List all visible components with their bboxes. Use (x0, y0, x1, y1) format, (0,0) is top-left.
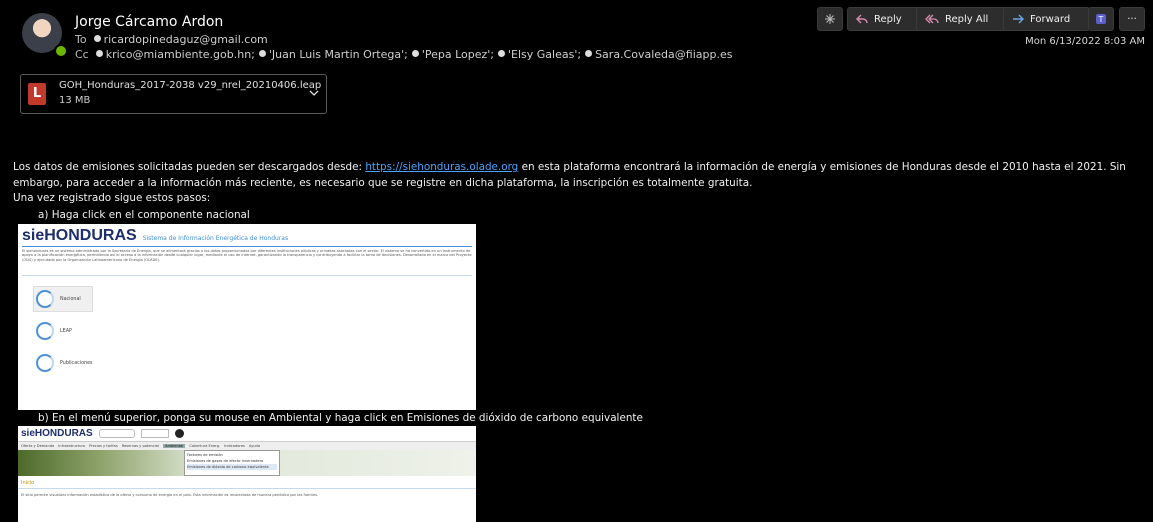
help-icon (174, 429, 184, 438)
forward-icon (1012, 14, 1024, 24)
siehonduras-logo: sieHONDURAS (22, 227, 137, 244)
attachment-card[interactable]: L GOH_Honduras_2017-2038 v29_nrel_202104… (20, 74, 327, 114)
embedded-image-nacional: sieHONDURAS Sistema de Información Energ… (18, 224, 476, 410)
menu-item: Indicadores (224, 444, 245, 448)
cc-recipient[interactable]: 'Pepa Lopez'; (422, 48, 494, 61)
reply-button[interactable]: Reply (847, 7, 922, 31)
menu-item: Oferta y Demanda (21, 444, 55, 448)
cc-label: Cc (75, 48, 89, 61)
to-recipient[interactable]: ricardopinedaguz@gmail.com (104, 33, 268, 46)
cc-recipient[interactable]: 'Elsy Galeas'; (508, 48, 581, 61)
embedded-image-ambiental: sieHONDURAS Oferta y Demanda Infraestruc… (18, 426, 476, 522)
siehonduras-subtitle: Sistema de Información Energética de Hon… (142, 235, 289, 242)
svg-text:T: T (1098, 15, 1104, 24)
more-icon: ··· (1127, 13, 1137, 25)
cc-recipient[interactable]: 'Juan Luis Martin Ortega'; (269, 48, 408, 61)
reply-all-icon (925, 14, 939, 24)
step-b: b) En el menú superior, ponga su mouse e… (38, 412, 643, 424)
menu-item: Cobertura Energ. (189, 444, 221, 448)
nacional-item: Nacional (36, 290, 81, 308)
section-title: Inicio (21, 480, 35, 486)
chevron-down-icon[interactable] (309, 87, 319, 100)
forward-label: Forward (1030, 13, 1071, 25)
forward-button[interactable]: Forward (1003, 7, 1090, 31)
menu-item: Reservas y potencial (121, 444, 160, 448)
recipient-presence-icon (498, 50, 506, 57)
menu-item: Ayuda (248, 444, 261, 448)
reply-icon (856, 14, 868, 24)
add-in-icon (824, 13, 836, 25)
recipient-presence-icon (93, 35, 101, 42)
add-in-button[interactable] (817, 7, 843, 31)
siehonduras-link[interactable]: https://siehonduras.olade.org (365, 161, 518, 173)
reply-label: Reply (874, 13, 902, 25)
attachment-name: GOH_Honduras_2017-2038 v29_nrel_20210406… (59, 80, 322, 91)
leap-item: LEAP (36, 322, 72, 340)
attachment-size: 13 MB (59, 95, 91, 106)
recipient-presence-icon (411, 50, 419, 57)
section-text: El sitio permite visualizar información … (21, 493, 319, 497)
intro-text: El siehonduras es un sistema administrad… (22, 249, 472, 262)
ambiental-dropdown: Factores de emisión Emisiones de gases d… (184, 450, 280, 476)
recipient-presence-icon (258, 50, 266, 57)
menu-item: Precios y tarifas (89, 444, 118, 448)
teams-icon: T (1094, 12, 1108, 26)
siehonduras-logo: sieHONDURAS (21, 428, 93, 439)
cc-recipient[interactable]: krico@miambiente.gob.hn; (106, 48, 255, 61)
recipient-presence-icon (95, 50, 103, 57)
publicaciones-icon (36, 354, 54, 372)
sender-name[interactable]: Jorge Cárcamo Ardon (75, 14, 223, 30)
menu-item: Infraestructura (58, 444, 86, 448)
file-icon: L (28, 83, 46, 105)
more-actions-button[interactable]: ··· (1119, 7, 1145, 31)
reply-all-button[interactable]: Reply All (916, 7, 1010, 31)
presence-available-icon (54, 44, 68, 58)
step-a: a) Haga click en el componente nacional (38, 209, 250, 221)
cc-recipient[interactable]: Sara.Covaleda@fiiapp.es (595, 48, 732, 61)
recipient-presence-icon (585, 50, 593, 57)
message-body: Los datos de emisiones solicitadas puede… (13, 160, 1151, 207)
nacional-icon (36, 290, 54, 308)
teams-button[interactable]: T (1088, 7, 1114, 31)
publicaciones-item: Publicaciones (36, 354, 93, 372)
cc-line: Cc krico@miambiente.gob.hn; 'Juan Luis Mar… (75, 48, 732, 61)
sent-date: Mon 6/13/2022 8:03 AM (1025, 36, 1145, 47)
to-label: To (75, 33, 87, 46)
to-line: To ricardopinedaguz@gmail.com (75, 33, 268, 46)
body-text: Una vez registrado sigue estos pasos: (13, 192, 211, 204)
menu-item-ambiental: Ambiental (163, 444, 186, 448)
body-text: Los datos de emisiones solicitadas puede… (13, 161, 366, 173)
reply-all-label: Reply All (945, 13, 989, 25)
leap-icon (36, 322, 54, 340)
